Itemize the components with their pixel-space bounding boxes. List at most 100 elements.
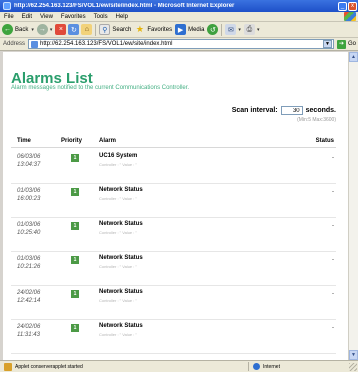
minimize-button[interactable]: _ <box>338 1 347 11</box>
status-bar: Applet conserverapplet started Internet <box>0 360 358 372</box>
address-dropdown-icon[interactable]: ▼ <box>322 40 332 48</box>
forward-dropdown-icon[interactable]: ▾ <box>50 27 53 33</box>
favorites-button[interactable]: ★ Favorites <box>134 24 172 35</box>
stop-button[interactable]: × <box>55 24 67 35</box>
media-button[interactable]: ▶ Media <box>175 24 204 35</box>
alarm-time: 10:21:26 <box>17 264 41 270</box>
search-icon: ⚲ <box>99 24 111 35</box>
toolbar: ← Back ▾ → ▾ × ↻ ⌂ ⚲ Search ★ Favorites … <box>0 22 358 38</box>
search-label: Search <box>112 26 132 33</box>
menu-favorites[interactable]: Favorites <box>57 14 90 20</box>
address-bar: Address http://62.254.163.123/FS/VOL1/ew… <box>0 38 358 51</box>
window-title: http://62.254.163.123/FS/VOL1/ew/site/in… <box>14 3 235 9</box>
alarm-status: - <box>332 189 334 195</box>
resize-grip-icon[interactable] <box>349 363 357 371</box>
alarm-status: - <box>332 325 334 331</box>
scan-interval-label: Scan interval: <box>231 107 278 114</box>
menu-tools[interactable]: Tools <box>90 14 112 20</box>
close-button[interactable]: x <box>348 1 357 11</box>
toolbar-separator-2 <box>221 23 223 36</box>
scroll-up-icon[interactable]: ▲ <box>349 52 358 62</box>
alarm-row: 24/02/06 11:31:43 1 Network Status Contro… <box>3 320 348 354</box>
column-header-time: Time <box>17 138 31 144</box>
column-header-status: Status <box>315 138 334 144</box>
media-label: Media <box>188 26 205 33</box>
alarm-time: 11:31:43 <box>17 332 40 338</box>
go-label: Go <box>347 41 356 47</box>
back-arrow-icon: ← <box>2 24 13 35</box>
alarm-row: 06/03/06 13:04:37 1 UC16 System Controlle… <box>3 150 348 184</box>
menu-help[interactable]: Help <box>112 14 132 20</box>
priority-badge: 1 <box>71 222 79 230</box>
alarm-row: 01/03/06 16:00:23 1 Network Status Contro… <box>3 184 348 218</box>
alarm-timestamp: 01/03/06 16:00:23 <box>17 187 40 203</box>
page-subtitle: Alarm messages notified to the current C… <box>11 85 190 91</box>
alarm-time: 13:04:37 <box>17 162 41 168</box>
back-label: Back <box>15 26 29 33</box>
priority-badge: 1 <box>71 154 79 162</box>
alarm-status: - <box>332 223 334 229</box>
scan-interval-input[interactable] <box>280 106 303 115</box>
alarm-date: 01/03/06 <box>17 256 41 262</box>
back-dropdown-icon[interactable]: ▾ <box>31 27 34 33</box>
alarm-detail: Controller : " Value : " <box>99 196 137 201</box>
page-viewport: Alarms List Alarm messages notified to t… <box>3 52 348 360</box>
status-text: Applet conserverapplet started <box>15 363 83 370</box>
menu-view[interactable]: View <box>36 14 57 20</box>
vertical-scrollbar[interactable]: ▲ ▼ <box>348 52 358 360</box>
forward-button[interactable]: → <box>36 24 48 35</box>
globe-icon <box>253 363 260 370</box>
go-button[interactable]: ➔ Go <box>336 39 356 49</box>
address-input[interactable]: http://62.254.163.123/FS/VOL1/ew/site/in… <box>28 39 334 49</box>
toolbar-separator <box>95 23 97 36</box>
scan-interval-unit: seconds. <box>305 107 336 114</box>
print-button[interactable]: ⎙ <box>243 24 255 35</box>
alarm-name: Network Status <box>99 289 143 295</box>
alarm-date: 24/02/06 <box>17 324 41 330</box>
alarm-name: Network Status <box>99 221 143 227</box>
alarm-time: 12:42:14 <box>17 298 41 304</box>
alarm-detail: Controller : " Value : " <box>99 298 137 303</box>
address-url: http://62.254.163.123/FS/VOL1/ew/site/in… <box>40 41 173 47</box>
alarm-status: - <box>332 155 334 161</box>
alarm-name: Network Status <box>99 255 143 261</box>
mail-button[interactable]: ✉ <box>225 24 237 35</box>
star-icon: ★ <box>135 24 144 34</box>
alarm-detail: Controller : " Value : " <box>99 264 137 269</box>
alarm-date: 06/03/06 <box>17 154 41 160</box>
windows-logo-icon <box>344 12 356 21</box>
mail-dropdown-icon[interactable]: ▾ <box>238 27 241 33</box>
refresh-button[interactable]: ↻ <box>68 24 80 35</box>
history-button[interactable]: ↺ <box>207 24 219 35</box>
menu-file[interactable]: File <box>0 14 18 20</box>
scan-interval-hint: (Min:5 Max:3600) <box>297 117 336 123</box>
media-icon: ▶ <box>175 24 187 35</box>
menu-edit[interactable]: Edit <box>18 14 36 20</box>
print-dropdown-icon[interactable]: ▾ <box>257 27 260 33</box>
zone-label: Internet <box>263 363 280 370</box>
priority-badge: 1 <box>71 188 79 196</box>
alarm-status: - <box>332 291 334 297</box>
alarm-detail: Controller : " Value : " <box>99 332 137 337</box>
search-button[interactable]: ⚲ Search <box>99 24 131 35</box>
priority-badge: 1 <box>71 324 79 332</box>
alarm-timestamp: 24/02/06 11:31:43 <box>17 323 40 339</box>
priority-badge: 1 <box>71 290 79 298</box>
alarm-date: 24/02/06 <box>17 290 41 296</box>
favorites-label: Favorites <box>147 26 173 33</box>
alarm-row: 01/03/06 10:21:26 1 Network Status Contro… <box>3 252 348 286</box>
column-header-priority: Priority <box>61 138 83 144</box>
page-icon <box>31 40 39 48</box>
alarm-detail: Controller : " Value : " <box>99 230 137 235</box>
home-button[interactable]: ⌂ <box>81 24 93 35</box>
alarm-detail: Controller : " Value : " <box>99 162 137 167</box>
window-titlebar: http://62.254.163.123/FS/VOL1/ew/site/in… <box>0 0 358 12</box>
alarm-date: 01/03/06 <box>17 222 41 228</box>
alarm-time: 16:00:23 <box>17 196 41 202</box>
alarm-name: Network Status <box>99 187 143 193</box>
alarm-row: 24/02/06 12:42:14 1 Network Status Contro… <box>3 286 348 320</box>
back-button[interactable]: ← Back <box>2 24 28 35</box>
alarm-name: UC16 System <box>99 153 138 159</box>
scroll-down-icon[interactable]: ▼ <box>349 350 358 360</box>
alarm-name: Network Status <box>99 323 143 329</box>
